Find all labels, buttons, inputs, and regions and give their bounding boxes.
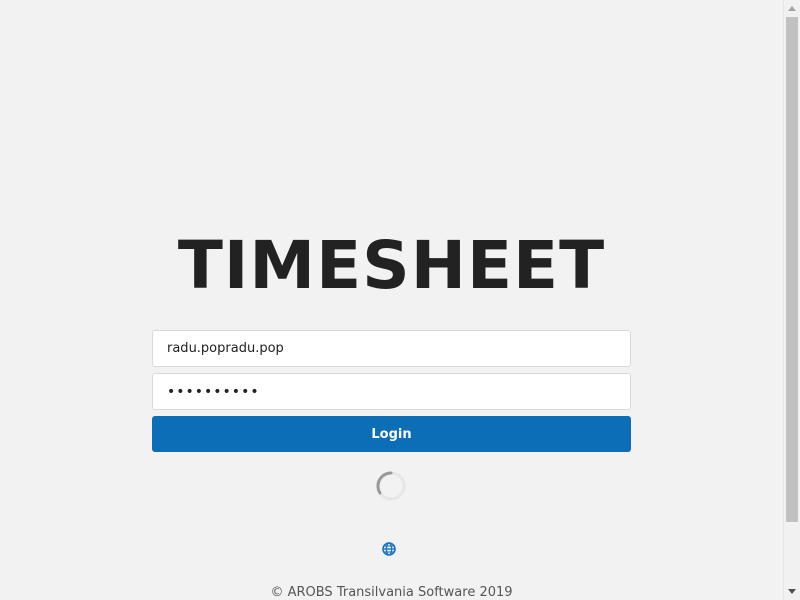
footer-copyright: © AROBS Transilvania Software 2019 [270,585,513,600]
scrollbar-thumb[interactable] [786,17,798,522]
username-input[interactable] [152,330,631,367]
vertical-scrollbar[interactable] [783,0,800,600]
password-input[interactable] [152,373,631,410]
app-title: TIMESHEET [177,227,606,304]
scroll-up-arrow-icon[interactable] [788,6,796,11]
globe-icon[interactable] [382,542,396,556]
login-button[interactable]: Login [152,416,631,452]
spinner-icon [376,471,406,501]
login-page: TIMESHEET Login © AROBS Transilvania Sof… [0,0,800,600]
scroll-down-arrow-icon[interactable] [788,589,796,594]
